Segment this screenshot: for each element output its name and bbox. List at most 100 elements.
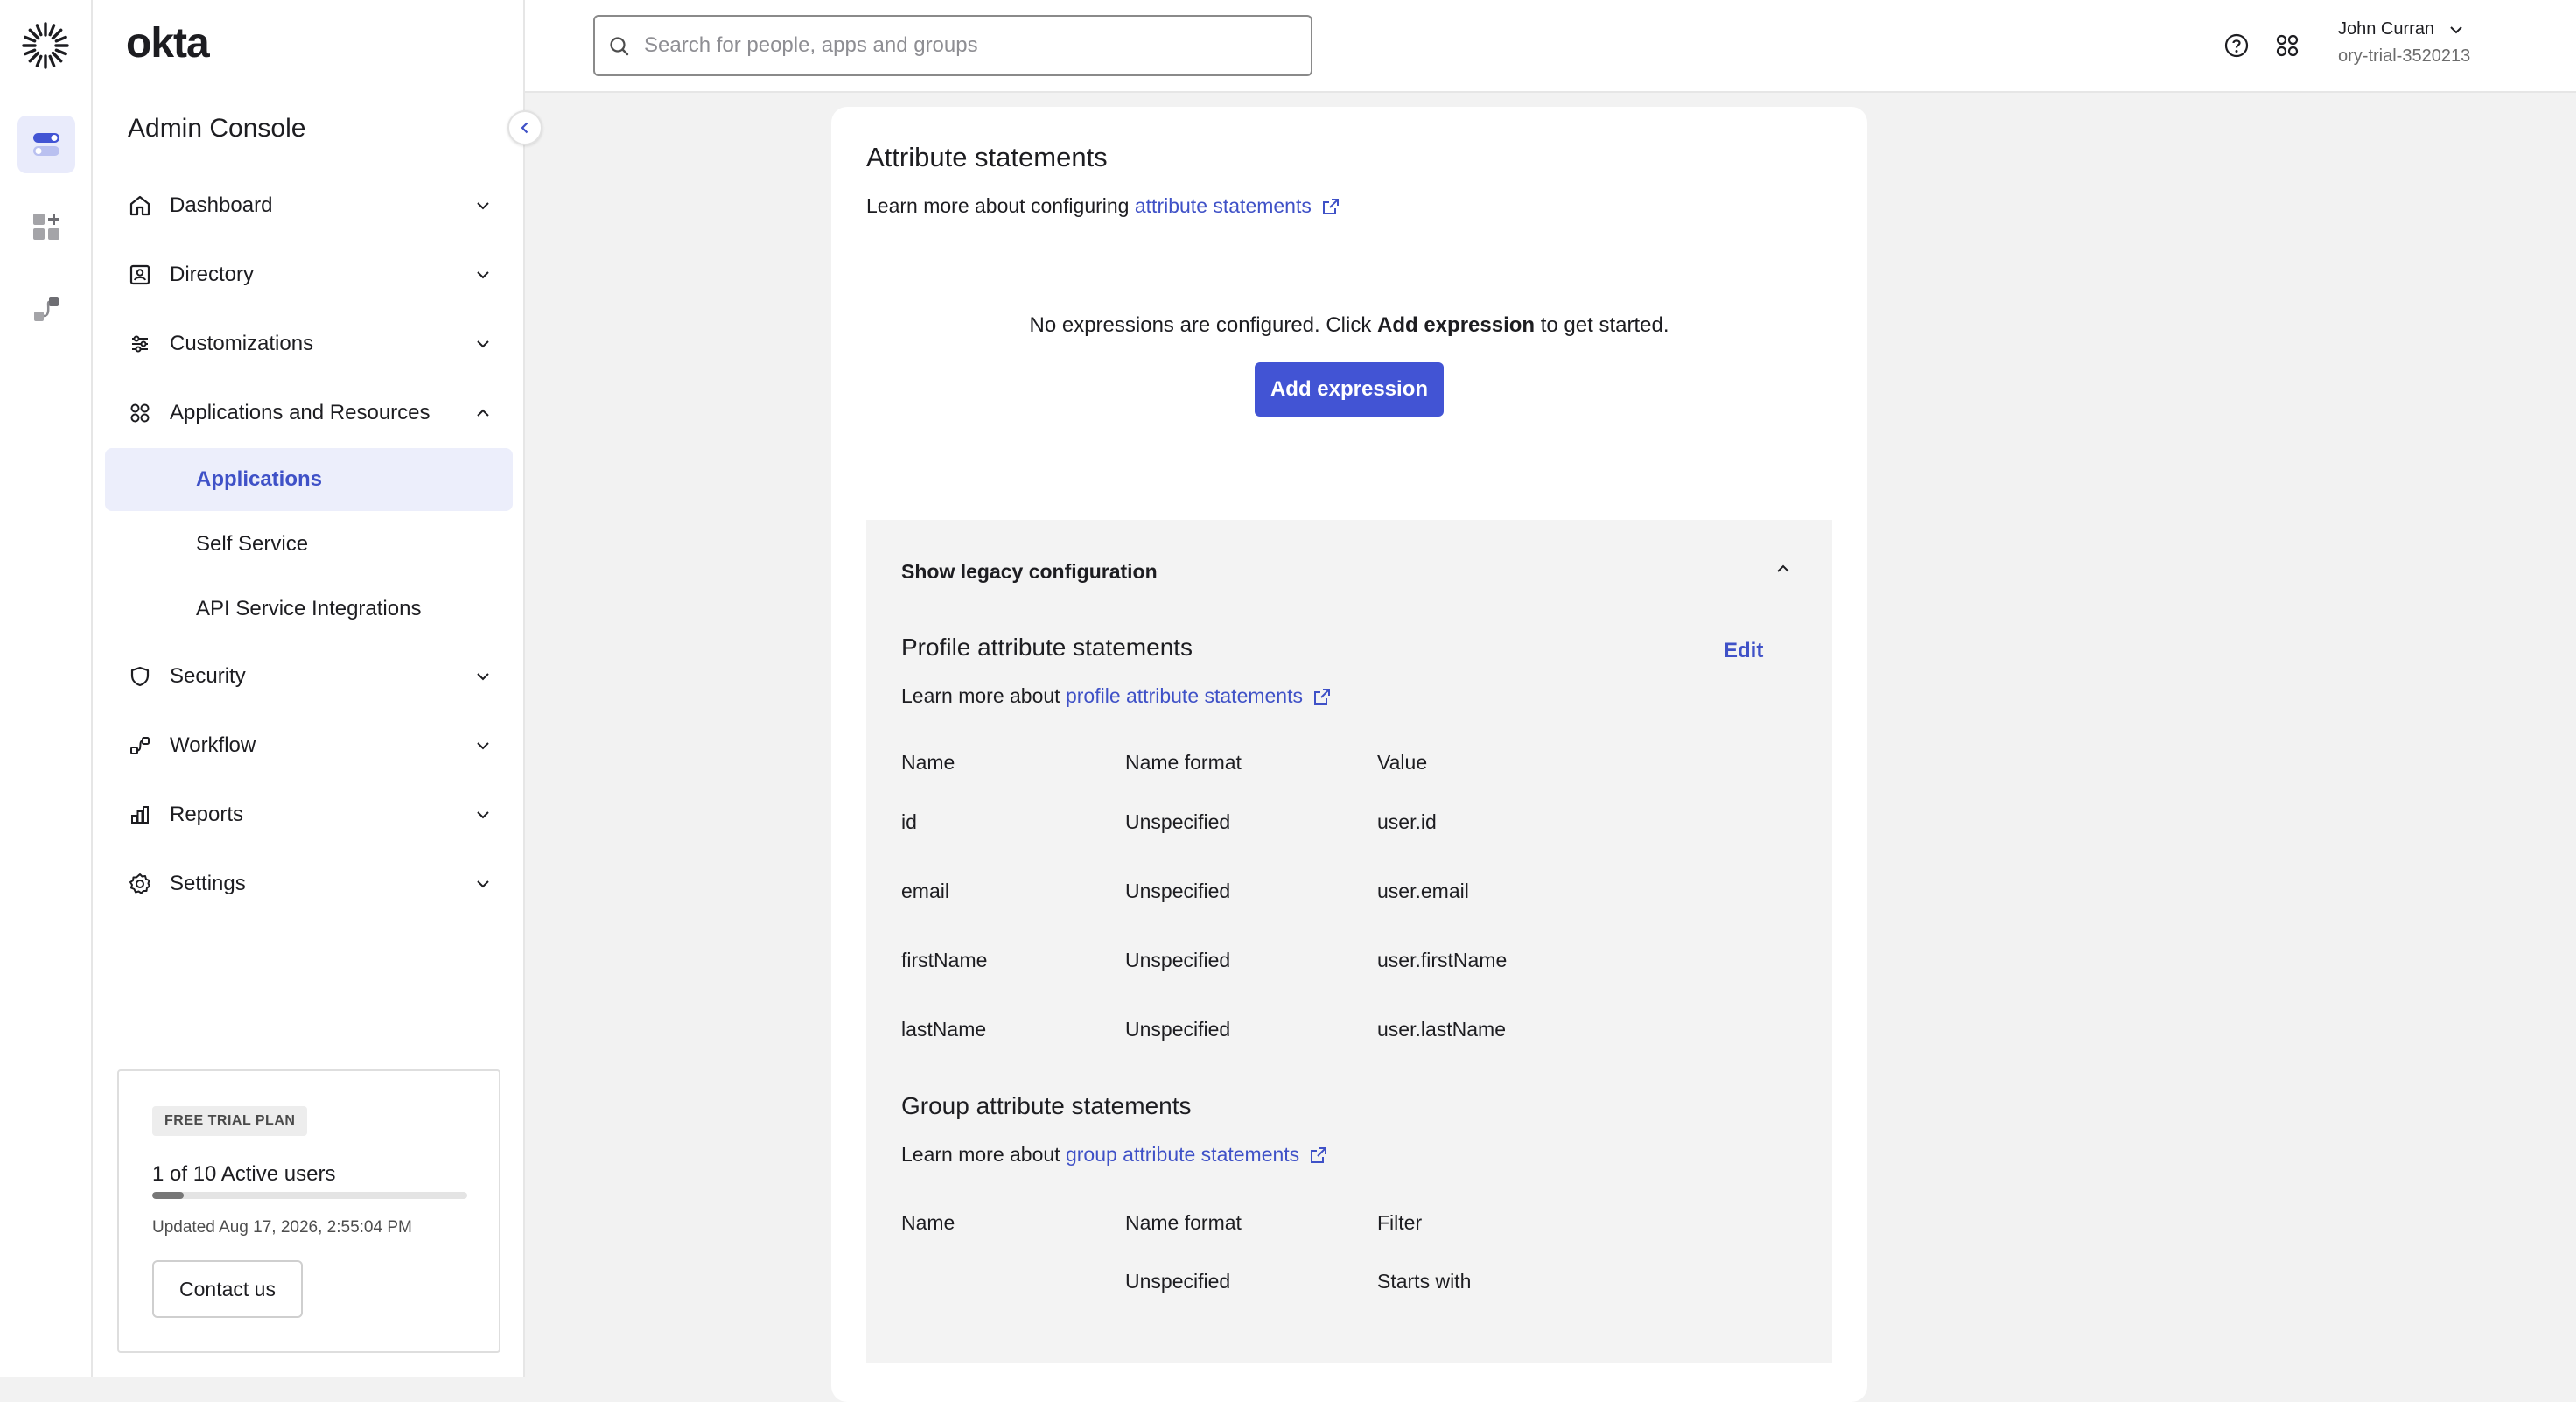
sidebar-item-label: Dashboard <box>170 193 273 217</box>
cell-name-format: Unspecified <box>1125 1270 1231 1293</box>
group-learn-more-row: Learn more about group attribute stateme… <box>901 1143 1329 1167</box>
cell-name: firstName <box>901 949 988 971</box>
cell-name-format: Unspecified <box>1125 949 1231 971</box>
admin-console-title: Admin Console <box>128 114 306 143</box>
active-users-progress-bar <box>152 1192 467 1199</box>
group-attribute-statements-title: Group attribute statements <box>901 1092 1192 1119</box>
chevron-up-icon <box>471 401 495 425</box>
chevron-down-icon <box>2450 25 2462 33</box>
chevron-down-icon <box>471 733 495 758</box>
cell-name-format: Unspecified <box>1125 1018 1231 1041</box>
chevron-up-icon[interactable] <box>1769 555 1797 583</box>
cell-value: user.email <box>1377 880 1469 902</box>
sidebar-item-settings[interactable]: Settings <box>128 859 495 908</box>
trial-updated-timestamp: Updated Aug 17, 2026, 2:55:04 PM <box>152 1218 412 1237</box>
contact-us-button[interactable]: Contact us <box>152 1260 303 1318</box>
rail-workflow-button[interactable] <box>18 280 75 338</box>
profile-learn-more-row: Learn more about profile attribute state… <box>901 684 1333 708</box>
learn-more-row: Learn more about configuring attribute s… <box>866 194 1341 218</box>
sidebar-item-reports[interactable]: Reports <box>128 790 495 839</box>
sidebar-item-applications-and-resources[interactable]: Applications and Resources <box>128 389 495 438</box>
search-box[interactable] <box>593 15 1312 76</box>
show-legacy-configuration-toggle[interactable]: Show legacy configuration <box>901 560 1158 584</box>
top-bar: John Curran ory-trial-3520213 <box>525 0 2576 93</box>
trial-plan-badge: FREE TRIAL PLAN <box>152 1106 308 1136</box>
sidebar-subitem-self-service[interactable]: Self Service <box>105 513 513 576</box>
user-name: John Curran <box>2338 19 2435 39</box>
empty-msg-bold: Add expression <box>1377 313 1536 337</box>
icon-rail <box>0 0 93 1377</box>
attribute-statements-card: Attribute statements Learn more about co… <box>831 107 1867 1402</box>
chevron-down-icon <box>471 332 495 356</box>
sidebar-item-label: Reports <box>170 803 244 826</box>
profile-attribute-statements-link[interactable]: profile attribute statements <box>1066 684 1303 708</box>
sidebar-item-dashboard[interactable]: Dashboard <box>128 181 495 230</box>
section-title: Attribute statements <box>866 142 1108 172</box>
cell-value: user.lastName <box>1377 1018 1507 1041</box>
external-link-icon <box>1312 686 1333 707</box>
column-header-value: Value <box>1377 751 1428 774</box>
legacy-configuration-panel: Show legacy configuration Profile attrib… <box>866 520 1832 1363</box>
toggle-icon <box>33 133 60 156</box>
sidebar-item-label: Settings <box>170 872 246 895</box>
help-icon <box>2224 33 2249 58</box>
sidebar-item-label: Directory <box>170 263 255 286</box>
chevron-down-icon <box>471 263 495 287</box>
search-icon <box>610 37 629 56</box>
cell-name: lastName <box>901 1018 987 1041</box>
user-menu[interactable]: John Curran ory-trial-3520213 <box>2338 19 2470 67</box>
cell-value: user.id <box>1377 810 1437 833</box>
cell-name: email <box>901 880 949 902</box>
column-header-name-format: Name format <box>1125 751 1242 774</box>
reports-icon <box>128 803 152 827</box>
chevron-down-icon <box>471 803 495 827</box>
sidebar-subitem-applications[interactable]: Applications <box>105 448 513 511</box>
app-switcher-button[interactable] <box>2272 30 2303 61</box>
learn-more-text: Learn more about <box>901 684 1060 707</box>
rail-add-apps-button[interactable] <box>18 198 75 256</box>
learn-more-text: Learn more about configuring <box>866 194 1130 217</box>
cell-name: id <box>901 810 917 833</box>
cell-name-format: Unspecified <box>1125 880 1231 902</box>
sidebar-subitem-api-service-integrations[interactable]: API Service Integrations <box>105 578 513 641</box>
profile-attribute-statements-title: Profile attribute statements <box>901 634 1194 661</box>
attribute-statements-link[interactable]: attribute statements <box>1135 194 1312 218</box>
sidebar-item-label: Security <box>170 664 246 688</box>
cell-filter: Starts with <box>1377 1270 1472 1293</box>
help-button[interactable] <box>2221 30 2252 61</box>
user-org: ory-trial-3520213 <box>2338 46 2471 66</box>
workflow-icon <box>128 733 152 758</box>
column-header-name-format: Name format <box>1125 1211 1242 1234</box>
sidebar-item-label: Applications and Resources <box>170 401 430 424</box>
external-link-icon <box>1308 1145 1329 1166</box>
add-expression-button[interactable]: Add expression <box>1255 362 1444 417</box>
sidebar-item-customizations[interactable]: Customizations <box>128 319 495 368</box>
empty-expressions-message: No expressions are configured. Click Add… <box>831 313 1867 338</box>
sidebar-item-directory[interactable]: Directory <box>128 250 495 299</box>
column-header-name: Name <box>901 1211 956 1234</box>
rail-admin-toggle-button[interactable] <box>18 116 75 173</box>
sidebar: okta Admin Console Dashboard Directory C… <box>93 0 542 1377</box>
learn-more-text: Learn more about <box>901 1143 1060 1166</box>
sidebar-item-workflow[interactable]: Workflow <box>128 721 495 770</box>
okta-logo[interactable]: okta <box>126 19 210 67</box>
okta-sunburst-logo <box>22 22 69 69</box>
search-input[interactable] <box>642 18 1298 73</box>
edit-button[interactable]: Edit <box>1724 639 1763 663</box>
directory-icon <box>128 263 152 287</box>
collapse-sidebar-button[interactable] <box>508 110 542 145</box>
user-name-row: John Curran <box>2338 19 2470 39</box>
trial-plan-card: FREE TRIAL PLAN 1 of 10 Active users Upd… <box>117 1069 500 1353</box>
shield-icon <box>128 664 152 689</box>
chevron-down-icon <box>471 872 495 896</box>
group-attribute-statements-link[interactable]: group attribute statements <box>1066 1143 1299 1167</box>
home-icon <box>128 193 152 218</box>
sidebar-item-security[interactable]: Security <box>128 652 495 701</box>
chevron-down-icon <box>471 664 495 689</box>
cell-name-format: Unspecified <box>1125 810 1231 833</box>
chevron-left-icon <box>521 122 528 134</box>
sidebar-item-label: Customizations <box>170 332 314 355</box>
sliders-icon <box>128 332 152 356</box>
workflow-icon <box>34 297 59 321</box>
column-header-filter: Filter <box>1377 1211 1423 1234</box>
